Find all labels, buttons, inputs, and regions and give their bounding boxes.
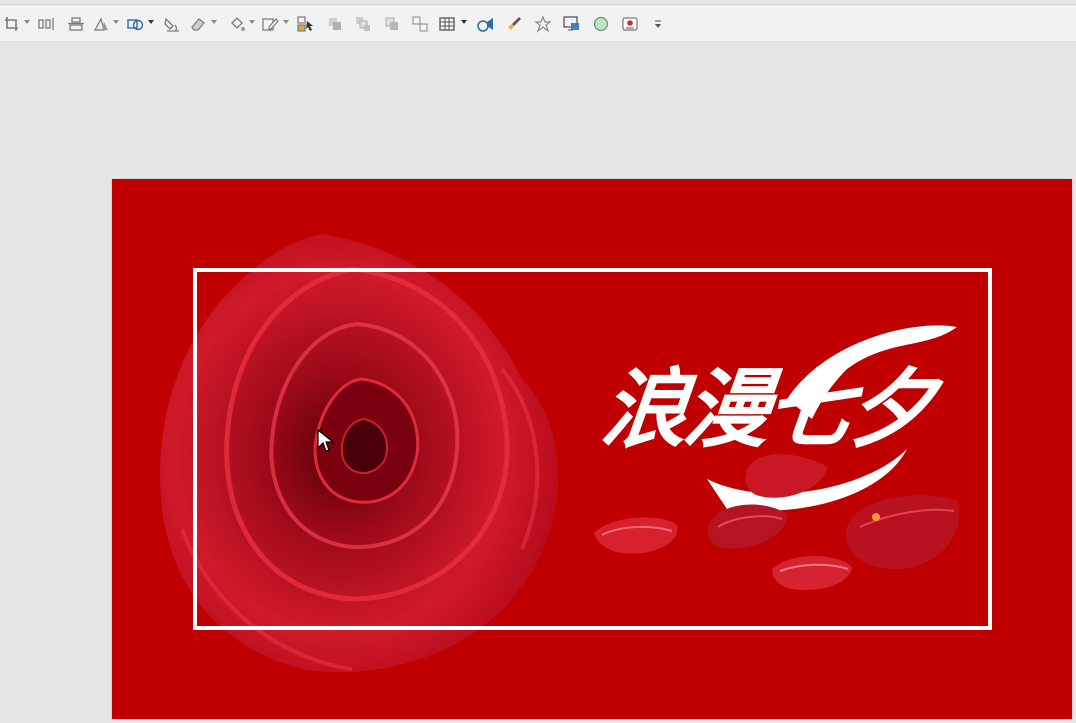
select-objects-icon[interactable] xyxy=(296,13,316,35)
chevron-down-icon[interactable] xyxy=(148,20,154,24)
distribute-horizontal-icon[interactable] xyxy=(36,13,56,35)
send-to-back-icon[interactable] xyxy=(411,13,429,35)
petal-image[interactable] xyxy=(840,487,966,573)
send-backward-icon[interactable] xyxy=(354,13,372,35)
toolbar xyxy=(0,4,1076,42)
slide-show-icon[interactable] xyxy=(562,13,582,35)
align-center-icon[interactable] xyxy=(66,13,86,35)
record-icon[interactable] xyxy=(620,13,640,35)
circle-shape-icon[interactable] xyxy=(591,13,611,35)
chevron-down-icon[interactable] xyxy=(211,20,217,24)
effects-icon[interactable] xyxy=(533,13,553,35)
paint-icon[interactable] xyxy=(227,13,247,35)
petal-image[interactable] xyxy=(592,513,682,559)
chevron-down-icon[interactable] xyxy=(249,20,255,24)
petal-image[interactable] xyxy=(740,447,832,503)
chevron-down-icon[interactable] xyxy=(24,20,30,24)
bring-to-front-icon[interactable] xyxy=(383,13,401,35)
chevron-down-icon[interactable] xyxy=(283,20,289,24)
move-cursor-icon xyxy=(316,428,335,452)
chevron-down-icon[interactable] xyxy=(113,20,119,24)
pencil-icon[interactable] xyxy=(260,13,280,35)
bring-forward-icon[interactable] xyxy=(326,13,344,35)
animation-icon[interactable] xyxy=(474,13,496,35)
shapes-icon[interactable] xyxy=(124,13,146,35)
rotate-icon[interactable] xyxy=(91,13,111,35)
chevron-down-icon[interactable] xyxy=(461,20,467,24)
crop-icon[interactable] xyxy=(2,13,22,35)
eraser-icon[interactable] xyxy=(188,13,208,35)
clean-icon[interactable] xyxy=(504,13,524,35)
fill-bucket-icon[interactable] xyxy=(162,13,182,35)
slide-title[interactable]: 浪漫七夕 xyxy=(597,360,936,460)
more-icon[interactable] xyxy=(652,13,664,35)
slide[interactable]: 浪漫七夕 xyxy=(112,179,1072,719)
petal-image[interactable] xyxy=(704,497,792,553)
table-icon[interactable] xyxy=(437,13,457,35)
